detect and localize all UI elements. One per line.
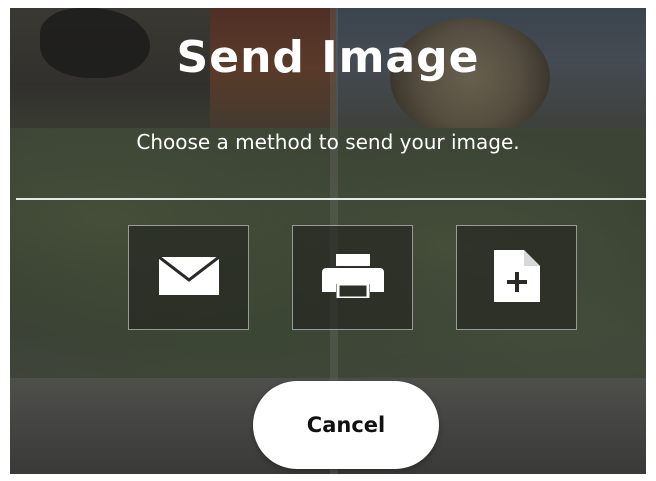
send-print-button[interactable] <box>292 225 413 330</box>
send-options <box>128 225 580 333</box>
dialog-title: Send Image <box>176 32 480 83</box>
send-new-document-button[interactable] <box>456 225 577 330</box>
send-email-button[interactable] <box>128 225 249 330</box>
dialog-subtitle: Choose a method to send your image. <box>136 130 520 154</box>
send-image-dialog: Send Image Choose a method to send your … <box>10 8 646 474</box>
new-document-icon <box>493 249 540 306</box>
separator <box>16 198 646 200</box>
envelope-icon <box>157 255 220 300</box>
cancel-button[interactable]: Cancel <box>253 381 439 469</box>
printer-icon <box>321 253 384 302</box>
